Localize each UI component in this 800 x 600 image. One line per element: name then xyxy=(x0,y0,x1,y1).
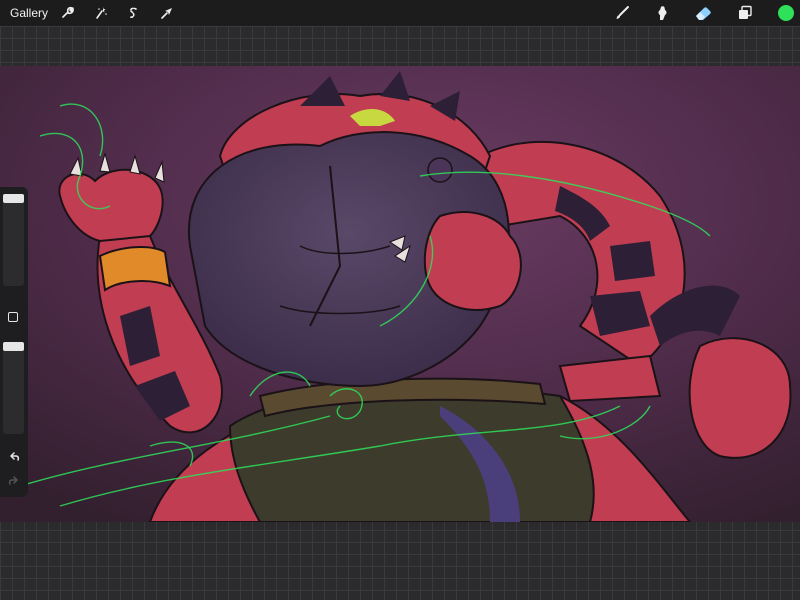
brush-icon[interactable] xyxy=(612,0,632,26)
color-swatch-icon[interactable] xyxy=(776,0,796,26)
opacity-thumb[interactable] xyxy=(3,342,24,351)
top-toolbar: Gallery xyxy=(0,0,800,26)
layers-icon[interactable] xyxy=(735,0,755,26)
artwork-illustration xyxy=(0,66,800,522)
selection-icon[interactable] xyxy=(124,0,142,26)
arrow-cursor-icon[interactable] xyxy=(158,0,176,26)
opacity-slider[interactable] xyxy=(3,342,24,434)
side-toolbar xyxy=(0,187,28,497)
artwork-canvas[interactable] xyxy=(0,66,800,522)
gallery-button[interactable]: Gallery xyxy=(10,0,48,26)
brush-size-thumb[interactable] xyxy=(3,194,24,203)
magic-wand-icon[interactable] xyxy=(92,0,110,26)
modify-button-icon[interactable] xyxy=(8,312,18,322)
smudge-icon[interactable] xyxy=(652,0,672,26)
eraser-icon[interactable] xyxy=(693,0,713,26)
wrench-icon[interactable] xyxy=(58,0,76,26)
brush-size-slider[interactable] xyxy=(3,194,24,286)
undo-icon[interactable] xyxy=(6,449,22,465)
redo-icon[interactable] xyxy=(6,473,22,489)
